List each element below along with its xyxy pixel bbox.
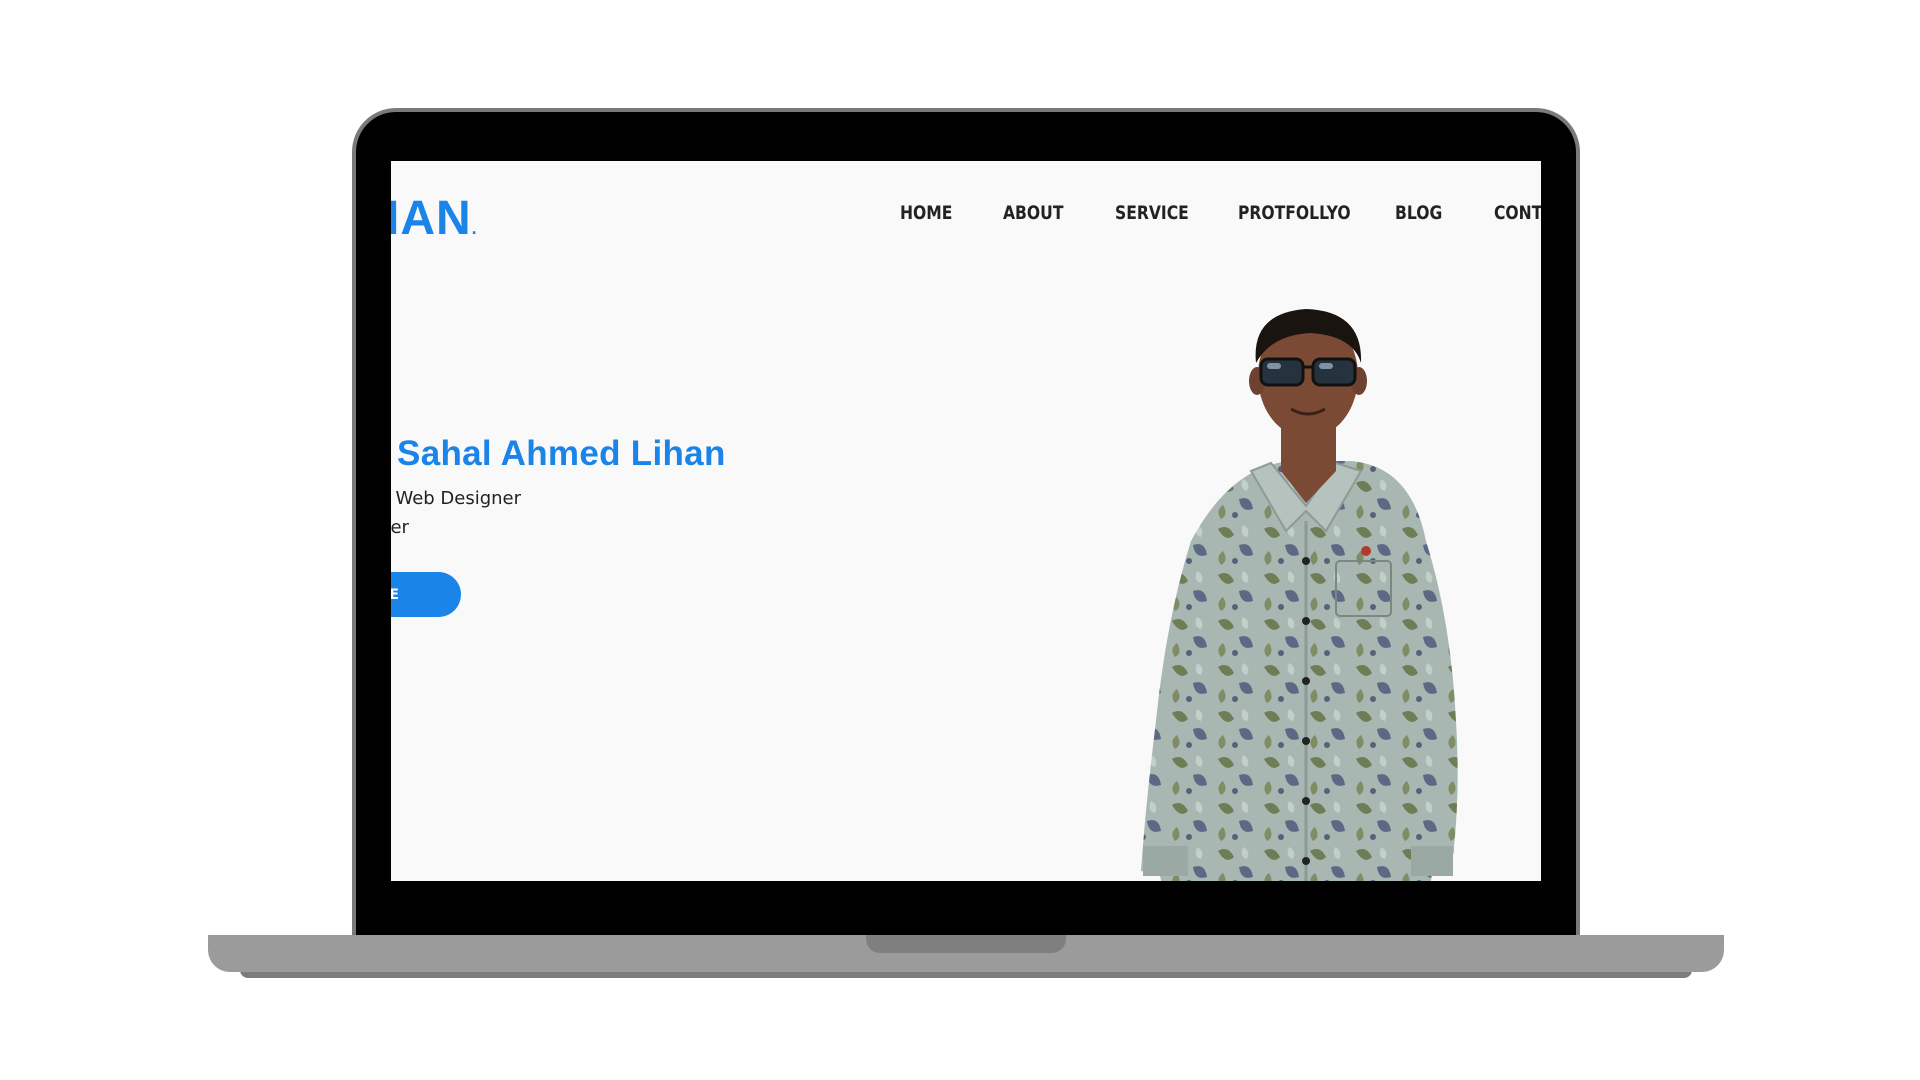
website-screen: IAN. HOME ABOUT SERVICE PROTFOLLYO BLOG … [391,161,1541,881]
main-nav: HOME ABOUT SERVICE PROTFOLLYO BLOG CONTA [900,202,1541,224]
portrait-photo [1141,309,1458,881]
logo-dot: . [471,218,478,238]
hero-subtitle-line-1: ive Web Designer [391,488,522,509]
laptop-notch [866,935,1066,953]
nav-service[interactable]: SERVICE [1115,202,1189,224]
nav-about[interactable]: ABOUT [1003,202,1063,224]
read-more-button[interactable]: RE [391,572,461,617]
nav-portfolio[interactable]: PROTFOLLYO [1238,202,1351,224]
nav-contact[interactable]: CONTA [1494,202,1541,224]
site-logo[interactable]: IAN. [391,191,478,246]
hero-title: I Sahal Ahmed Lihan [391,434,726,473]
hero-subtitle-line-2: loper [391,517,409,538]
nav-blog[interactable]: BLOG [1395,202,1442,224]
nav-home[interactable]: HOME [900,202,952,224]
logo-text: IAN [391,192,472,245]
